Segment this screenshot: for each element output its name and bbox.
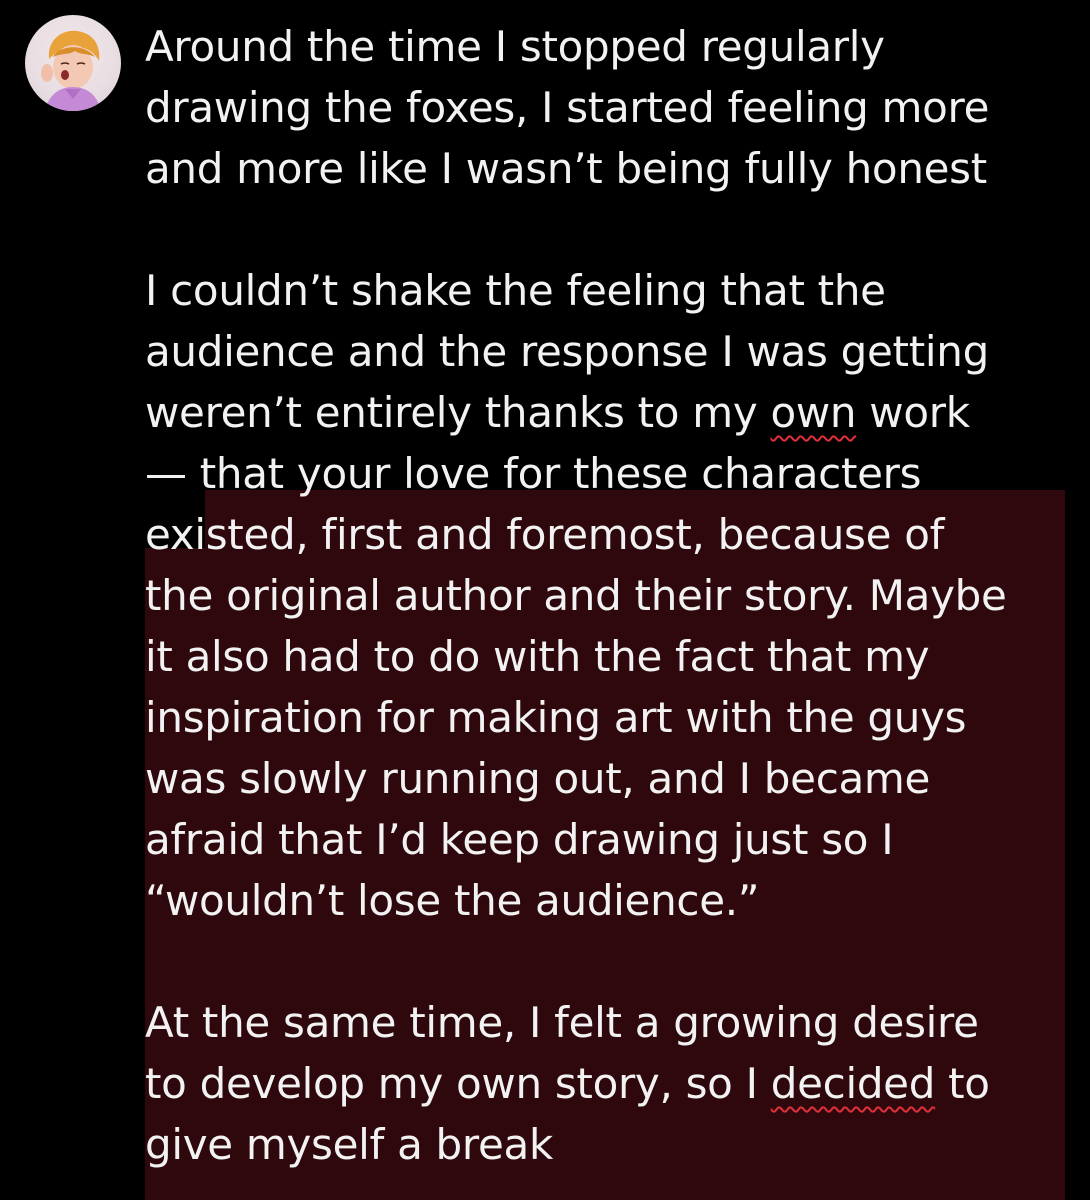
text-line: it also had to do with the fact that my	[145, 632, 930, 681]
text-line: to develop my own story, so I decided to	[145, 1053, 1075, 1114]
post-paragraph-2: I couldn’t shake the feeling that the au…	[145, 260, 1075, 931]
text-fragment: to develop my own story, so I	[145, 1059, 771, 1108]
post-paragraph-3: At the same time, I felt a growing desir…	[145, 992, 1075, 1175]
text-line: existed, first and foremost, because of	[145, 510, 945, 559]
text-line: — that your love for these characters	[145, 449, 922, 498]
text-line: afraid that I’d keep drawing just so I	[145, 815, 894, 864]
text-line: “wouldn’t lose the audience.”	[145, 876, 760, 925]
text-line: At the same time, I felt a growing desir…	[145, 998, 979, 1047]
text-line: give myself a break	[145, 1120, 553, 1169]
text-line: and more like I wasn’t being fully hones…	[145, 144, 987, 193]
text-line: audience and the response I was getting	[145, 327, 989, 376]
text-line: weren’t entirely thanks to my own work	[145, 382, 1075, 443]
text-line: the original author and their story. May…	[145, 571, 1007, 620]
post-paragraph-1: Around the time I stopped regularly draw…	[145, 16, 1075, 199]
text-line: I couldn’t shake the feeling that the	[145, 266, 886, 315]
text-line: Around the time I stopped regularly	[145, 22, 885, 71]
text-line: was slowly running out, and I became	[145, 754, 931, 803]
text-fragment: work	[856, 388, 970, 437]
avatar-image	[41, 30, 101, 111]
text-line: inspiration for making art with the guys	[145, 693, 967, 742]
spellcheck-flagged-word[interactable]: own	[770, 388, 856, 437]
post-container: Around the time I stopped regularly draw…	[0, 0, 1090, 1200]
post-body: Around the time I stopped regularly draw…	[145, 16, 1075, 1175]
spellcheck-flagged-word[interactable]: decided	[771, 1059, 936, 1108]
text-fragment: weren’t entirely thanks to my	[145, 388, 771, 437]
text-fragment: to	[935, 1059, 990, 1108]
text-line: drawing the foxes, I started feeling mor…	[145, 83, 990, 132]
avatar[interactable]	[25, 15, 121, 111]
